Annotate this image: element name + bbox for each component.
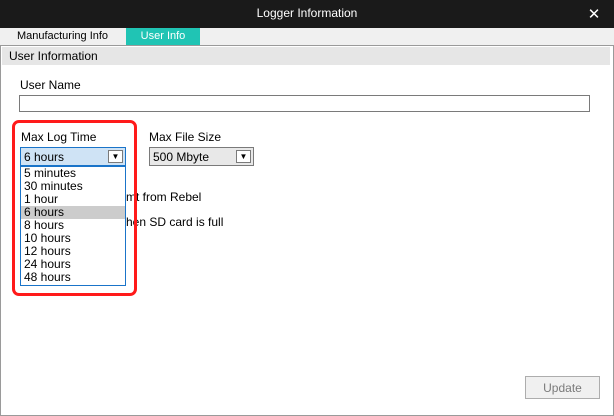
hidden-option-1-text: mt from Rebel [126, 190, 202, 204]
section-header: User Information [2, 47, 610, 65]
tab-user-info[interactable]: User Info [126, 28, 200, 45]
annotation-highlight-box [12, 120, 137, 296]
max-file-size-select[interactable]: 500 Mbyte ▼ [149, 147, 254, 166]
close-icon[interactable]: ✕ [574, 0, 614, 28]
window-titlebar: Logger Information ✕ [0, 0, 614, 28]
user-name-input[interactable] [19, 95, 590, 112]
section-title: User Information [9, 49, 98, 63]
chevron-down-icon[interactable]: ▼ [236, 150, 251, 163]
user-name-label: User Name [20, 78, 81, 92]
update-button[interactable]: Update [525, 376, 600, 399]
max-file-size-value: 500 Mbyte [153, 150, 210, 164]
window-title: Logger Information [256, 6, 358, 20]
tab-manufacturing-info[interactable]: Manufacturing Info [5, 28, 120, 45]
tab-bar: Manufacturing Info User Info [0, 28, 614, 45]
hidden-option-2-text: hen SD card is full [126, 215, 224, 229]
max-file-size-label: Max File Size [149, 130, 222, 144]
